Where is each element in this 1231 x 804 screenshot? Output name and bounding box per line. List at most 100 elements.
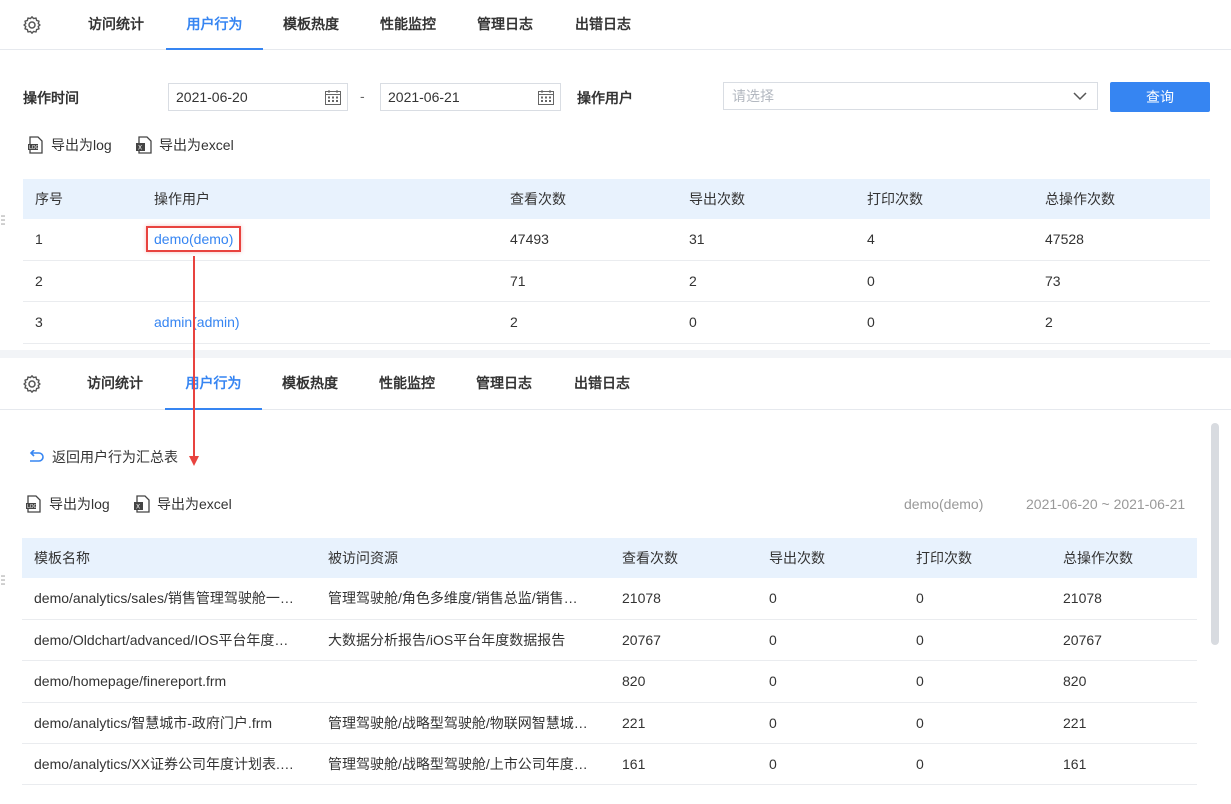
column-header: 导出次数 (677, 179, 855, 219)
export-count: 2 (677, 260, 855, 303)
total-count: 47528 (1033, 219, 1210, 261)
tab-visit-stats[interactable]: 访问统计 (70, 0, 162, 50)
tab-error-log[interactable]: 出错日志 (557, 0, 649, 50)
template-name: demo/analytics/XX证券公司年度计划表.… (22, 743, 316, 786)
template-name: demo/analytics/智慧城市-政府门户.frm (22, 702, 316, 745)
row-index: 2 (23, 260, 142, 303)
export-excel-button[interactable]: X 导出为excel (135, 135, 234, 155)
user-select[interactable]: 请选择 (723, 82, 1098, 110)
view-count: 820 (610, 660, 757, 703)
table-row: demo/homepage/finereport.frm 820 0 0 820 (22, 660, 1197, 703)
template-name: demo/homepage/finereport.frm (22, 660, 316, 703)
tab-bar: 访问统计 用户行为 模板热度 性能监控 管理日志 出错日志 (0, 358, 1231, 410)
column-header: 模板名称 (22, 538, 316, 578)
export-excel-button[interactable]: X 导出为excel (133, 494, 232, 514)
column-header: 导出次数 (757, 538, 904, 578)
print-count: 0 (855, 301, 1033, 344)
column-header: 打印次数 (855, 179, 1033, 219)
calendar-icon[interactable] (325, 90, 341, 105)
summary-table: 序号 操作用户 查看次数 导出次数 打印次数 总操作次数 1 demo(demo… (23, 179, 1210, 344)
tab-template-heat[interactable]: 模板热度 (265, 0, 357, 50)
user-link-demo[interactable]: demo(demo) (146, 226, 242, 253)
total-count: 20767 (1051, 619, 1197, 662)
svg-text:LOG: LOG (27, 504, 38, 510)
view-count: 71 (498, 260, 677, 303)
table-row: 1 demo(demo) 47493 31 4 47528 (23, 219, 1210, 261)
export-count: 0 (757, 702, 904, 745)
calendar-icon[interactable] (538, 90, 554, 105)
back-label: 返回用户行为汇总表 (52, 449, 178, 465)
export-log-button[interactable]: LOG 导出为log (25, 494, 110, 514)
view-count: 47493 (498, 219, 677, 261)
column-header: 查看次数 (498, 179, 677, 219)
vertical-scrollbar[interactable] (1211, 423, 1219, 645)
log-file-icon: LOG (26, 495, 41, 513)
tab-performance[interactable]: 性能监控 (362, 0, 454, 50)
table-row: demo/Oldchart/advanced/IOS平台年度… 大数据分析报告/… (22, 619, 1197, 662)
resize-handle[interactable] (1, 574, 5, 586)
date-to-value: 2021-06-21 (388, 89, 460, 105)
print-count: 0 (904, 578, 1051, 620)
gear-icon[interactable] (22, 15, 42, 35)
table-row: 2 71 2 0 73 (23, 260, 1210, 303)
total-count: 820 (1051, 660, 1197, 703)
visited-resource: 管理驾驶舱/角色多维度/销售总监/销售… (316, 578, 610, 620)
export-count: 0 (757, 578, 904, 620)
view-count: 221 (610, 702, 757, 745)
chevron-down-icon (1073, 92, 1087, 101)
export-count: 0 (757, 619, 904, 662)
column-header: 总操作次数 (1051, 538, 1197, 578)
tab-user-behavior[interactable]: 用户行为 (166, 0, 263, 50)
tab-template-heat[interactable]: 模板热度 (264, 358, 356, 410)
user-label: 操作用户 (577, 90, 633, 106)
visited-resource: 管理驾驶舱/战略型驾驶舱/上市公司年度… (316, 743, 610, 786)
table-row: 3 admin(admin) 2 0 0 2 (23, 301, 1210, 344)
table-row: demo/analytics/XX证券公司年度计划表.… 管理驾驶舱/战略型驾驶… (22, 743, 1197, 786)
table-header-row: 序号 操作用户 查看次数 导出次数 打印次数 总操作次数 (23, 179, 1210, 219)
column-header: 序号 (23, 179, 142, 219)
user-cell: demo(demo) (142, 219, 498, 261)
date-separator: - (360, 88, 365, 104)
total-count: 73 (1033, 260, 1210, 303)
user-link-admin[interactable]: admin(admin) (154, 314, 240, 330)
row-index: 1 (23, 219, 142, 261)
table-header-row: 模板名称 被访问资源 查看次数 导出次数 打印次数 总操作次数 (22, 538, 1197, 578)
tab-visit-stats[interactable]: 访问统计 (69, 358, 161, 410)
template-name: demo/Oldchart/advanced/IOS平台年度… (22, 619, 316, 662)
tab-performance[interactable]: 性能监控 (361, 358, 453, 410)
svg-text:X: X (138, 145, 142, 152)
column-header: 查看次数 (610, 538, 757, 578)
tab-admin-log[interactable]: 管理日志 (458, 358, 550, 410)
tab-user-behavior[interactable]: 用户行为 (165, 358, 262, 410)
print-count: 4 (855, 219, 1033, 261)
export-log-button[interactable]: LOG 导出为log (27, 135, 112, 155)
user-select-placeholder: 请选择 (732, 88, 774, 104)
back-to-summary-link[interactable]: 返回用户行为汇总表 (28, 447, 178, 467)
tab-admin-log[interactable]: 管理日志 (459, 0, 551, 50)
date-from-value: 2021-06-20 (176, 89, 248, 105)
return-arrow-icon (29, 450, 44, 462)
export-excel-label: 导出为excel (159, 137, 234, 153)
summary-panel: 访问统计 用户行为 模板热度 性能监控 管理日志 出错日志 操作时间 2021-… (0, 0, 1231, 350)
query-button[interactable]: 查询 (1110, 82, 1210, 112)
visited-resource: 管理驾驶舱/战略型驾驶舱/物联网智慧城… (316, 702, 610, 745)
total-count: 2 (1033, 301, 1210, 344)
gear-icon[interactable] (22, 374, 42, 394)
export-count: 0 (677, 301, 855, 344)
resize-handle[interactable] (1, 214, 5, 226)
excel-file-icon: X (136, 136, 152, 154)
template-name: demo/analytics/sales/销售管理驾驶舱一… (22, 578, 316, 620)
export-count: 0 (757, 743, 904, 786)
user-cell: admin(admin) (142, 301, 498, 344)
view-count: 20767 (610, 619, 757, 662)
row-index: 3 (23, 301, 142, 344)
tab-error-log[interactable]: 出错日志 (556, 358, 648, 410)
date-to-input[interactable]: 2021-06-21 (380, 83, 561, 111)
date-from-input[interactable]: 2021-06-20 (168, 83, 348, 111)
print-count: 0 (855, 260, 1033, 303)
print-count: 0 (904, 660, 1051, 703)
time-label: 操作时间 (23, 90, 79, 106)
view-count: 21078 (610, 578, 757, 620)
export-count: 0 (757, 660, 904, 703)
view-count: 2 (498, 301, 677, 344)
